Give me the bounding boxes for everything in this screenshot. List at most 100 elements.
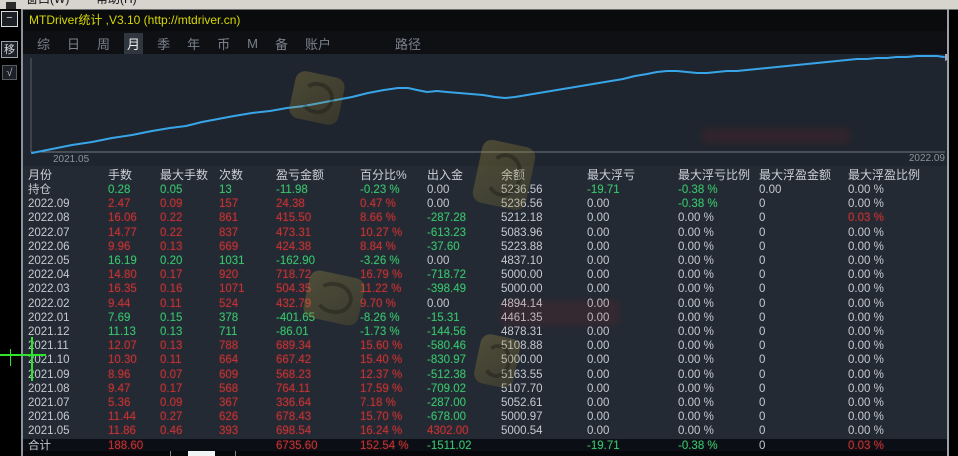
table-row[interactable]: 2021.1010.300.11664667.4215.40 %-830.975… (23, 353, 947, 367)
tab-月[interactable]: 月 (124, 33, 143, 54)
table-cell: 0.00 % (848, 339, 947, 353)
table-cell: 0.17 (160, 382, 219, 396)
table-cell: 0.11 (160, 353, 219, 367)
table-cell: 5.36 (108, 396, 160, 410)
table-cell: 0.00 % (678, 226, 759, 240)
table-row[interactable]: 2022.0316.350.161071504.3511.22 %-398.49… (23, 282, 947, 296)
table-cell: 0 (759, 197, 848, 211)
table-cell: 524 (219, 297, 276, 311)
table-row[interactable]: 2021.1211.130.13711-86.01-1.73 %-144.564… (23, 325, 947, 339)
table-cell: 0 (759, 339, 848, 353)
equity-chart: 2021.05 2022.09 (23, 54, 947, 166)
tab-日[interactable]: 日 (64, 33, 83, 54)
table-cell: 920 (219, 268, 276, 282)
table-row[interactable]: 2021.098.960.07609568.2312.37 %-512.3851… (23, 368, 947, 382)
minimize-button[interactable]: − (1, 11, 18, 27)
scrollbar-tick (170, 451, 171, 456)
total-row[interactable]: 合计188.606735.60152.54 %-1511.02-19.71-0.… (23, 439, 947, 451)
table-cell: -580.46 (427, 339, 501, 353)
table-cell: 0 (759, 226, 848, 240)
table-cell: 0.22 (160, 226, 219, 240)
menu-item[interactable]: 窗口(W) (26, 0, 69, 9)
tab-路径[interactable]: 路径 (392, 33, 424, 54)
column-header: 次数 (219, 166, 276, 183)
table-cell: 788 (219, 339, 276, 353)
table-cell: -11.98 (276, 183, 360, 197)
table-row[interactable]: 2021.0511.860.46393698.5416.24 %4302.005… (23, 424, 947, 438)
table-cell: 0 (759, 439, 848, 451)
table-cell: 0.00 (587, 254, 678, 268)
table-cell: 609 (219, 368, 276, 382)
table-cell: 0.00 % (848, 183, 947, 197)
table-cell: 8.84 % (360, 240, 427, 254)
table-cell: 1031 (219, 254, 276, 268)
table-cell: -398.49 (427, 282, 501, 296)
tab-年[interactable]: 年 (184, 33, 203, 54)
table-cell: 861 (219, 211, 276, 225)
table-row[interactable]: 2022.0414.800.17920718.7216.79 %-718.725… (23, 268, 947, 282)
table-row[interactable]: 2021.075.360.09367336.647.18 %-287.00505… (23, 396, 947, 410)
table-cell: 17.59 % (360, 382, 427, 396)
table-row[interactable]: 2022.029.440.11524432.799.70 %0.004894.1… (23, 297, 947, 311)
table-cell: 0.15 (160, 311, 219, 325)
table-cell: 4878.31 (501, 325, 587, 339)
table-cell: 9.47 (108, 382, 160, 396)
table-cell: 0.03 % (848, 439, 947, 451)
column-header: 盈亏金额 (276, 166, 360, 183)
table-cell: -37.60 (427, 240, 501, 254)
table-cell: 0.20 (160, 254, 219, 268)
table-row[interactable]: 持仓0.280.0513-11.98-0.23 %0.005236.56-19.… (23, 183, 947, 197)
menu-item[interactable]: 帮助(H) (96, 0, 137, 9)
table-row[interactable]: 2021.089.470.17568764.1117.59 %-709.0251… (23, 382, 947, 396)
table-cell: 2021.12 (23, 325, 108, 339)
table-cell: 378 (219, 311, 276, 325)
table-cell: 4302.00 (427, 424, 501, 438)
table-cell: 0.00 (587, 240, 678, 254)
table-cell: 5000.00 (501, 353, 587, 367)
table-cell: 5000.00 (501, 268, 587, 282)
table-row[interactable]: 2022.017.690.15378-401.65-8.26 %-15.3144… (23, 311, 947, 325)
table-cell: 157 (219, 197, 276, 211)
tab-M[interactable]: M (244, 35, 261, 52)
table-row[interactable]: 2021.0611.440.27626678.4315.70 %-678.005… (23, 410, 947, 424)
tab-周[interactable]: 周 (94, 33, 113, 54)
table-cell: 8.96 (108, 368, 160, 382)
table-cell: 5163.55 (501, 368, 587, 382)
table-row[interactable]: 2022.092.470.0915724.380.47 %0.005236.56… (23, 197, 947, 211)
curve-end-arrow-icon (945, 54, 947, 61)
menu-fragment (6, 2, 16, 9)
table-cell: 0.05 (160, 183, 219, 197)
table-cell: -8.26 % (360, 311, 427, 325)
window-right-border[interactable] (947, 9, 949, 456)
check-button[interactable]: √ (2, 65, 17, 80)
column-header: 百分比% (360, 166, 427, 183)
column-header: 出入金 (427, 166, 501, 183)
move-button[interactable]: 移 (1, 41, 18, 58)
table-cell: -144.56 (427, 325, 501, 339)
table-cell: -830.97 (427, 353, 501, 367)
table-cell: -0.38 % (678, 183, 759, 197)
table-cell: 2022.02 (23, 297, 108, 311)
table-row[interactable]: 2022.0714.770.22837473.3110.27 %-613.235… (23, 226, 947, 240)
tab-综[interactable]: 综 (34, 33, 53, 54)
table-cell: 0.00 (587, 339, 678, 353)
table-cell: 0 (759, 268, 848, 282)
table-cell: 2022.06 (23, 240, 108, 254)
table-row[interactable]: 2022.0516.190.201031-162.90-3.26 %0.0048… (23, 254, 947, 268)
tab-备[interactable]: 备 (272, 33, 291, 54)
table-row[interactable]: 2021.1112.070.13788689.3415.60 %-580.465… (23, 339, 947, 353)
tab-币[interactable]: 币 (214, 33, 233, 54)
table-cell (501, 439, 587, 451)
tab-季[interactable]: 季 (154, 33, 173, 54)
table-cell: 4461.35 (501, 311, 587, 325)
table-cell: 0.00 (587, 211, 678, 225)
table-cell: 5000.97 (501, 410, 587, 424)
table-row[interactable]: 2022.0816.060.22861415.508.66 %-287.2852… (23, 211, 947, 225)
table-cell: 2022.04 (23, 268, 108, 282)
table-cell: 9.70 % (360, 297, 427, 311)
scrollbar-thumb[interactable] (188, 451, 215, 456)
table-cell: 16.35 (108, 282, 160, 296)
tab-账户[interactable]: 账户 (302, 33, 334, 54)
table-row[interactable]: 2022.069.960.13669424.388.84 %-37.605223… (23, 240, 947, 254)
table-cell: 0.00 % (848, 311, 947, 325)
